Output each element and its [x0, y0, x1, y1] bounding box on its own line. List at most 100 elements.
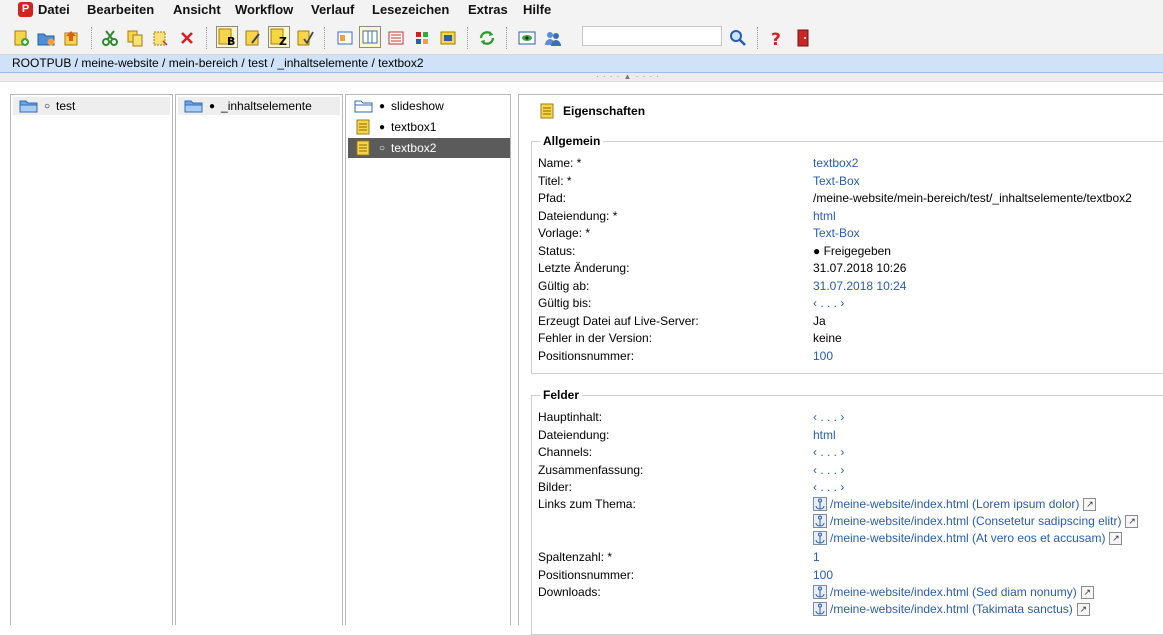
preview-eye-icon[interactable] — [516, 27, 538, 49]
link-text[interactable]: /meine-website/index.html (Takimata sanc… — [830, 602, 1073, 616]
toolbar-separator — [506, 27, 508, 49]
value-live-server: Ja — [813, 314, 826, 328]
value-bilder[interactable]: ‹ . . . › — [813, 480, 844, 494]
folder-icon — [19, 100, 38, 113]
new-page-icon[interactable] — [10, 27, 32, 49]
z-page-icon[interactable]: Z — [268, 26, 290, 48]
open-link-icon[interactable]: ↗ — [1125, 514, 1139, 528]
exit-icon[interactable] — [792, 27, 814, 49]
value-spaltenzahl[interactable]: 1 — [813, 550, 820, 564]
view-icon-1[interactable] — [334, 27, 356, 49]
tree-item-inhaltselemente[interactable]: ● _inhaltselemente — [178, 97, 340, 115]
page-icon — [356, 140, 370, 156]
label-vorlage: Vorlage: * — [538, 226, 591, 240]
view-grid-icon[interactable] — [411, 27, 433, 49]
value-pfad: /meine-website/mein-bereich/test/_inhalt… — [813, 191, 1132, 205]
toolbar-separator — [206, 27, 208, 49]
open-link-icon[interactable]: ↗ — [1083, 497, 1097, 511]
link-item[interactable]: /meine-website/index.html (Lorem ipsum d… — [813, 497, 1097, 511]
value-letzte-aenderung: 31.07.2018 10:26 — [813, 261, 907, 275]
value-channels[interactable]: ‹ . . . › — [813, 445, 844, 459]
value-name[interactable]: textbox2 — [813, 156, 858, 170]
svg-text:Z: Z — [279, 35, 287, 46]
menu-datei[interactable]: Datei — [38, 2, 70, 17]
anchor-icon — [813, 602, 827, 616]
download-item[interactable]: /meine-website/index.html (Sed diam nonu… — [813, 585, 1094, 599]
open-link-icon[interactable]: ↗ — [1076, 602, 1090, 616]
value-titel[interactable]: Text-Box — [813, 174, 860, 188]
tree-item-label: test — [56, 99, 76, 113]
upload-icon[interactable] — [60, 27, 82, 49]
menu-hilfe[interactable]: Hilfe — [523, 2, 551, 17]
toolbar-separator — [91, 27, 93, 49]
value-fehler: keine — [813, 331, 842, 345]
value-gueltig-bis[interactable]: ‹ . . . › — [813, 296, 844, 310]
search-icon[interactable] — [727, 27, 749, 49]
tree-column-3: ● slideshow ● textbox1 ○ textbox2 — [345, 94, 511, 625]
label-bilder: Bilder: — [538, 480, 573, 494]
search-input[interactable] — [582, 26, 722, 46]
edit-page-icon[interactable] — [242, 27, 264, 49]
label-zusammenfassung: Zusammenfassung: — [538, 463, 644, 477]
label-live-server: Erzeugt Datei auf Live-Server: — [538, 314, 699, 328]
value-zusammenfassung[interactable]: ‹ . . . › — [813, 463, 844, 477]
delete-icon[interactable] — [176, 27, 198, 49]
paste-icon[interactable] — [149, 27, 171, 49]
label-spaltenzahl: Spaltenzahl: * — [538, 550, 613, 564]
tree-item-slideshow[interactable]: ● slideshow — [348, 97, 508, 115]
tree-item-textbox2[interactable]: ○ textbox2 — [348, 138, 510, 158]
menu-bearbeiten[interactable]: Bearbeiten — [87, 2, 154, 17]
tree-column-1: ○ test — [10, 94, 173, 625]
value-dateiendung[interactable]: html — [813, 428, 836, 442]
page-icon — [356, 119, 370, 135]
copy-icon[interactable] — [124, 27, 146, 49]
value-vorlage[interactable]: Text-Box — [813, 226, 860, 240]
help-icon[interactable]: ? — [766, 27, 788, 49]
menu-extras[interactable]: Extras — [468, 2, 508, 17]
label-positionsnummer: Positionsnummer: — [538, 349, 635, 363]
tree-column-2: ● _inhaltselemente — [175, 94, 343, 625]
cut-icon[interactable] — [99, 27, 121, 49]
view-card-icon[interactable] — [437, 27, 459, 49]
new-folder-icon[interactable] — [35, 27, 57, 49]
refresh-icon[interactable] — [476, 27, 498, 49]
value-positionsnummer[interactable]: 100 — [813, 568, 833, 582]
value-dateiendung[interactable]: html — [813, 209, 836, 223]
value-hauptinhalt[interactable]: ‹ . . . › — [813, 410, 844, 424]
menu-bar: P Datei Bearbeiten Ansicht Workflow Verl… — [0, 0, 1163, 21]
view-columns-icon[interactable] — [359, 26, 381, 48]
value-gueltig-ab[interactable]: 31.07.2018 10:24 — [813, 279, 906, 293]
folder-icon — [184, 100, 203, 113]
page-icon — [540, 103, 554, 119]
view-list-icon[interactable] — [385, 27, 407, 49]
link-text[interactable]: /meine-website/index.html (Lorem ipsum d… — [830, 497, 1079, 511]
download-item[interactable]: /meine-website/index.html (Takimata sanc… — [813, 602, 1090, 616]
check-page-icon[interactable] — [294, 27, 316, 49]
open-link-icon[interactable]: ↗ — [1109, 531, 1123, 545]
menu-lesezeichen[interactable]: Lesezeichen — [372, 2, 449, 17]
users-icon[interactable] — [542, 27, 564, 49]
tree-item-label: _inhaltselemente — [221, 99, 312, 113]
link-item[interactable]: /meine-website/index.html (At vero eos e… — [813, 531, 1123, 545]
bold-page-icon[interactable]: B — [216, 26, 238, 48]
breadcrumb-path[interactable]: ROOTPUB / meine-website / mein-bereich /… — [12, 55, 424, 72]
collapse-arrow-icon[interactable]: · · · · ▲ · · · · — [596, 73, 660, 81]
open-link-icon[interactable]: ↗ — [1080, 585, 1094, 599]
link-text[interactable]: /meine-website/index.html (At vero eos e… — [830, 531, 1105, 545]
panel-splitter[interactable]: · · · · ▲ · · · · — [0, 73, 1163, 82]
status-marker: ● — [379, 121, 386, 133]
menu-ansicht[interactable]: Ansicht — [173, 2, 221, 17]
anchor-icon — [813, 531, 827, 545]
value-positionsnummer[interactable]: 100 — [813, 349, 833, 363]
menu-workflow[interactable]: Workflow — [235, 2, 293, 17]
toolbar-separator — [757, 27, 759, 49]
label-dateiendung: Dateiendung: — [538, 428, 610, 442]
tree-item-textbox1[interactable]: ● textbox1 — [348, 118, 508, 136]
link-item[interactable]: /meine-website/index.html (Consetetur sa… — [813, 514, 1139, 528]
menu-verlauf[interactable]: Verlauf — [311, 2, 354, 17]
label-channels: Channels: — [538, 445, 593, 459]
label-titel: Titel: * — [538, 174, 572, 188]
link-text[interactable]: /meine-website/index.html (Sed diam nonu… — [830, 585, 1077, 599]
tree-item-test[interactable]: ○ test — [13, 97, 170, 115]
link-text[interactable]: /meine-website/index.html (Consetetur sa… — [830, 514, 1121, 528]
